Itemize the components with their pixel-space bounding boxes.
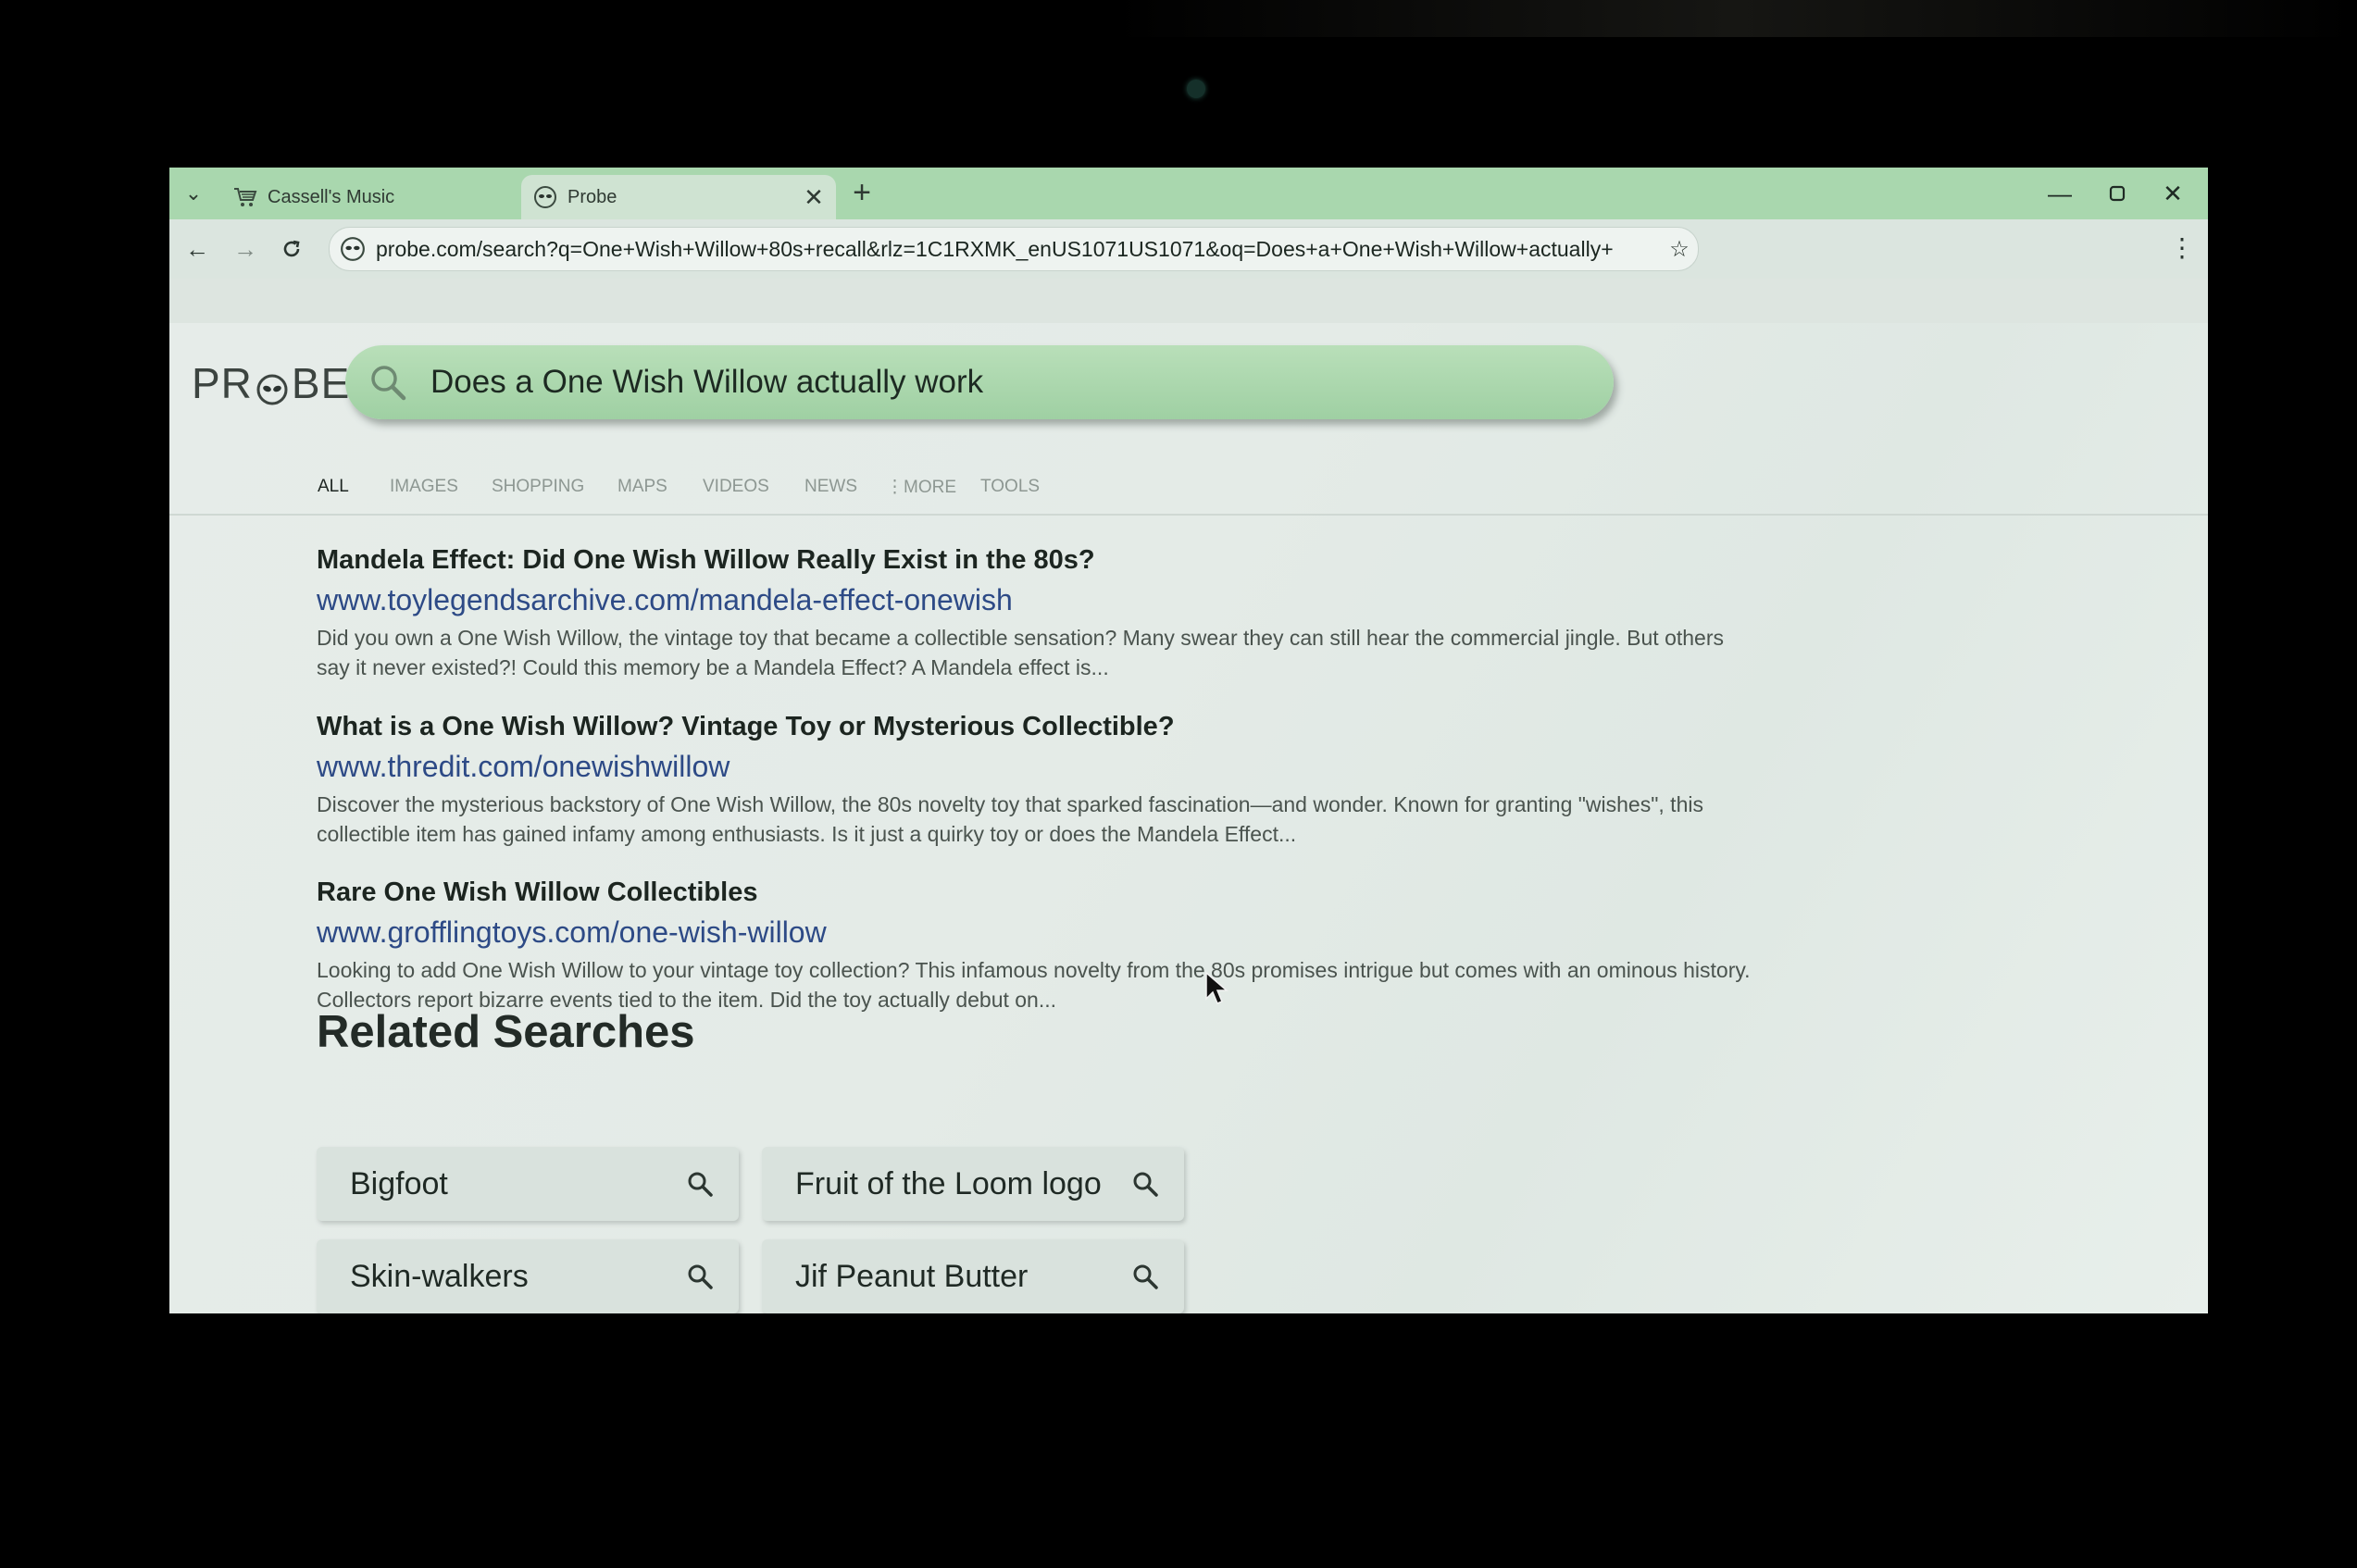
probe-logo[interactable]: PR BE <box>192 351 350 416</box>
webcam-icon <box>1187 80 1205 98</box>
browser-window: ⌄ Cassell's Music Probe ✕ + — ✕ ← → prob… <box>169 168 2208 1313</box>
related-search-chip[interactable]: Jif Peanut Butter <box>762 1239 1184 1313</box>
alien-face-icon <box>256 367 289 405</box>
bezel-glow <box>1111 0 2357 37</box>
result-title[interactable]: Rare One Wish Willow Collectibles <box>317 877 1890 908</box>
minimize-icon[interactable]: — <box>2039 177 2080 210</box>
search-tabs: ALL IMAGES SHOPPING MAPS VIDEOS NEWS ⋮MO… <box>169 462 2208 516</box>
toolbar: ← → probe.com/search?q=One+Wish+Willow+8… <box>169 219 2208 279</box>
search-result: Mandela Effect: Did One Wish Willow Real… <box>317 545 1890 682</box>
tab-tools[interactable]: TOOLS <box>980 477 1040 497</box>
tab-images[interactable]: IMAGES <box>390 477 458 497</box>
search-query-text[interactable]: Does a One Wish Willow actually work <box>430 364 983 401</box>
related-search-chip[interactable]: Fruit of the Loom logo <box>762 1147 1184 1221</box>
reload-icon[interactable] <box>275 232 308 266</box>
tab-title: Probe <box>567 186 617 207</box>
close-tab-icon[interactable]: ✕ <box>799 183 829 212</box>
search-icon <box>1127 1258 1164 1295</box>
result-link[interactable]: www.toylegendsarchive.com/mandela-effect… <box>317 583 1890 617</box>
search-result: Rare One Wish Willow Collectibles www.gr… <box>317 877 1890 1014</box>
search-icon <box>1127 1165 1164 1202</box>
search-icon <box>360 355 416 410</box>
tab-all[interactable]: ALL <box>318 477 349 497</box>
result-title[interactable]: What is a One Wish Willow? Vintage Toy o… <box>317 712 1890 742</box>
result-snippet: Did you own a One Wish Willow, the vinta… <box>317 626 1725 679</box>
back-arrow-icon[interactable]: ← <box>181 232 214 266</box>
maximize-icon[interactable] <box>2097 177 2138 210</box>
search-icon <box>681 1258 718 1295</box>
alien-face-icon <box>532 184 558 210</box>
related-search-label: Bigfoot <box>350 1165 448 1201</box>
tab-cassells-music[interactable]: Cassell's Music <box>221 175 527 219</box>
tab-search-chevron-icon[interactable]: ⌄ <box>177 177 210 210</box>
browser-menu-icon[interactable]: ⋮ <box>2169 234 2195 266</box>
related-search-label: Skin-walkers <box>350 1258 529 1294</box>
cart-icon <box>232 184 258 210</box>
related-search-label: Fruit of the Loom logo <box>795 1165 1102 1201</box>
search-input[interactable]: Does a One Wish Willow actually work <box>345 345 1614 419</box>
logo-text-left: PR <box>192 359 253 407</box>
tab-videos[interactable]: VIDEOS <box>703 477 769 497</box>
tab-more[interactable]: ⋮MORE <box>886 477 956 498</box>
tab-probe[interactable]: Probe ✕ <box>521 175 836 219</box>
result-link[interactable]: www.grofflingtoys.com/one-wish-willow <box>317 915 1890 950</box>
tab-bar: ⌄ Cassell's Music Probe ✕ + — ✕ <box>169 168 2208 219</box>
result-link[interactable]: www.thredit.com/onewishwillow <box>317 750 1890 784</box>
tab-shopping[interactable]: SHOPPING <box>492 477 584 497</box>
address-bar[interactable]: probe.com/search?q=One+Wish+Willow+80s+r… <box>329 227 1699 271</box>
result-title[interactable]: Mandela Effect: Did One Wish Willow Real… <box>317 545 1890 576</box>
mouse-cursor-icon <box>1204 971 1232 1008</box>
forward-arrow-icon[interactable]: → <box>229 232 262 266</box>
search-result: What is a One Wish Willow? Vintage Toy o… <box>317 712 1890 849</box>
bookmark-star-icon[interactable]: ☆ <box>1661 236 1698 263</box>
related-search-label: Jif Peanut Butter <box>795 1258 1029 1294</box>
search-results-page: PR BE Does a One Wish Willow actually wo… <box>169 323 2208 1313</box>
related-search-chip[interactable]: Skin-walkers <box>317 1239 739 1313</box>
close-window-icon[interactable]: ✕ <box>2152 177 2193 210</box>
result-snippet: Discover the mysterious backstory of One… <box>317 792 1703 846</box>
bookmarks-strip <box>169 279 2208 323</box>
tab-news[interactable]: NEWS <box>804 477 857 497</box>
tab-maps[interactable]: MAPS <box>617 477 667 497</box>
search-icon <box>681 1165 718 1202</box>
new-tab-button[interactable]: + <box>845 177 879 210</box>
related-searches-heading: Related Searches <box>317 1007 695 1057</box>
related-search-chip[interactable]: Bigfoot <box>317 1147 739 1221</box>
tab-title: Cassell's Music <box>268 186 395 207</box>
url-text[interactable]: probe.com/search?q=One+Wish+Willow+80s+r… <box>376 237 1661 262</box>
logo-text-right: BE <box>291 359 351 407</box>
alien-face-icon <box>337 233 368 265</box>
photo-of-laptop-screen: ⌄ Cassell's Music Probe ✕ + — ✕ ← → prob… <box>0 0 2357 1568</box>
